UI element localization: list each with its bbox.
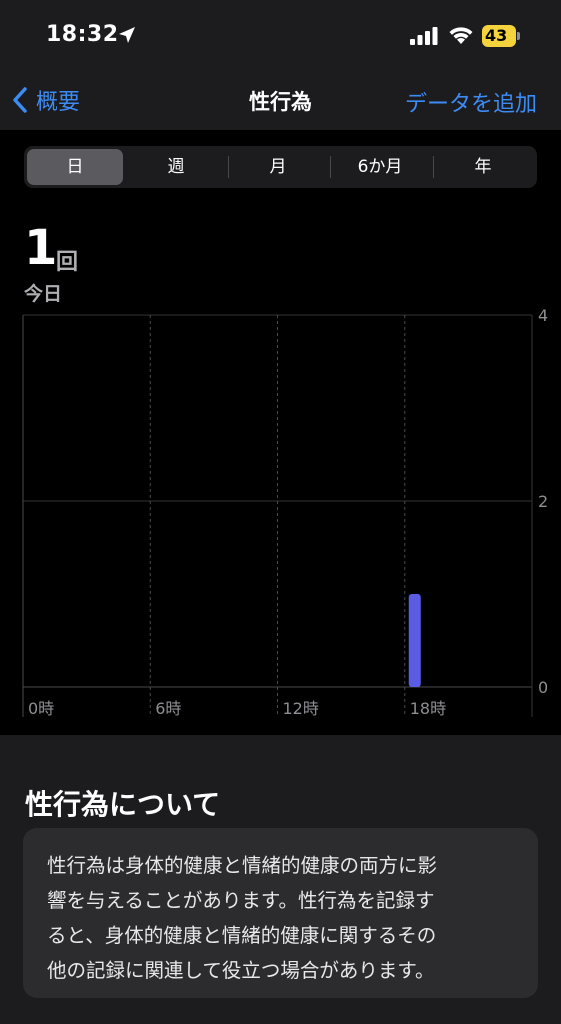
chart-x-tick-label: 12時 <box>283 699 319 718</box>
chart-canvas: 0時 6時 12時 18時 4 2 0 <box>22 306 548 718</box>
segment-week[interactable]: 週 <box>128 149 224 185</box>
chart-x-tick-label: 6時 <box>155 699 181 718</box>
daily-chart[interactable]: 0時 6時 12時 18時 4 2 0 <box>0 305 561 725</box>
about-card: 性行為は身体的健康と情緒的健康の両方に影 響を与えることがあります。性行為を記録… <box>23 828 538 998</box>
summary-unit: 回 <box>56 250 79 275</box>
add-data-button[interactable]: データを追加 <box>405 86 537 118</box>
chart-y-tick-label: 4 <box>538 306 548 325</box>
segment-month[interactable]: 月 <box>230 149 326 185</box>
about-body: 性行為は身体的健康と情緒的健康の両方に影 響を与えることがあります。性行為を記録… <box>47 848 518 988</box>
chart-x-tick-label: 18時 <box>410 699 446 718</box>
segment-year[interactable]: 年 <box>435 149 531 185</box>
summary-value: 1 <box>24 220 58 276</box>
location-arrow-icon <box>119 27 135 43</box>
about-section: 性行為について 性行為は身体的健康と情緒的健康の両方に影 響を与えることがありま… <box>0 735 561 1024</box>
about-line: 他の記録に関連して役立つ場合があります。 <box>47 959 435 982</box>
chart-y-tick-label: 0 <box>538 678 548 697</box>
status-time: 18:32 <box>46 22 119 47</box>
battery-level: 43 <box>485 26 508 45</box>
about-title: 性行為について <box>25 788 221 821</box>
status-bar: 18:32 43 <box>0 0 561 70</box>
chart-x-tick-label: 0時 <box>28 699 54 718</box>
about-line: 響を与えることがあります。性行為を記録す <box>47 889 435 912</box>
cellular-signal-icon <box>410 27 438 45</box>
chart-y-tick-label: 2 <box>538 492 548 511</box>
about-line: ると、身体的健康と情緒的健康に関するその <box>47 924 437 947</box>
summary-period: 今日 <box>24 283 63 305</box>
about-line: 性行為は身体的健康と情緒的健康の両方に影 <box>47 854 438 877</box>
segment-6-months[interactable]: 6か月 <box>332 149 428 185</box>
wifi-icon <box>449 27 473 44</box>
period-segmented-control: 日 週 月 6か月 年 <box>24 146 537 188</box>
chart-bar <box>408 594 421 687</box>
segment-day[interactable]: 日 <box>27 149 123 185</box>
navigation-bar: 概要 性行為 データを追加 <box>0 70 561 130</box>
battery-icon: 43 <box>482 25 520 47</box>
